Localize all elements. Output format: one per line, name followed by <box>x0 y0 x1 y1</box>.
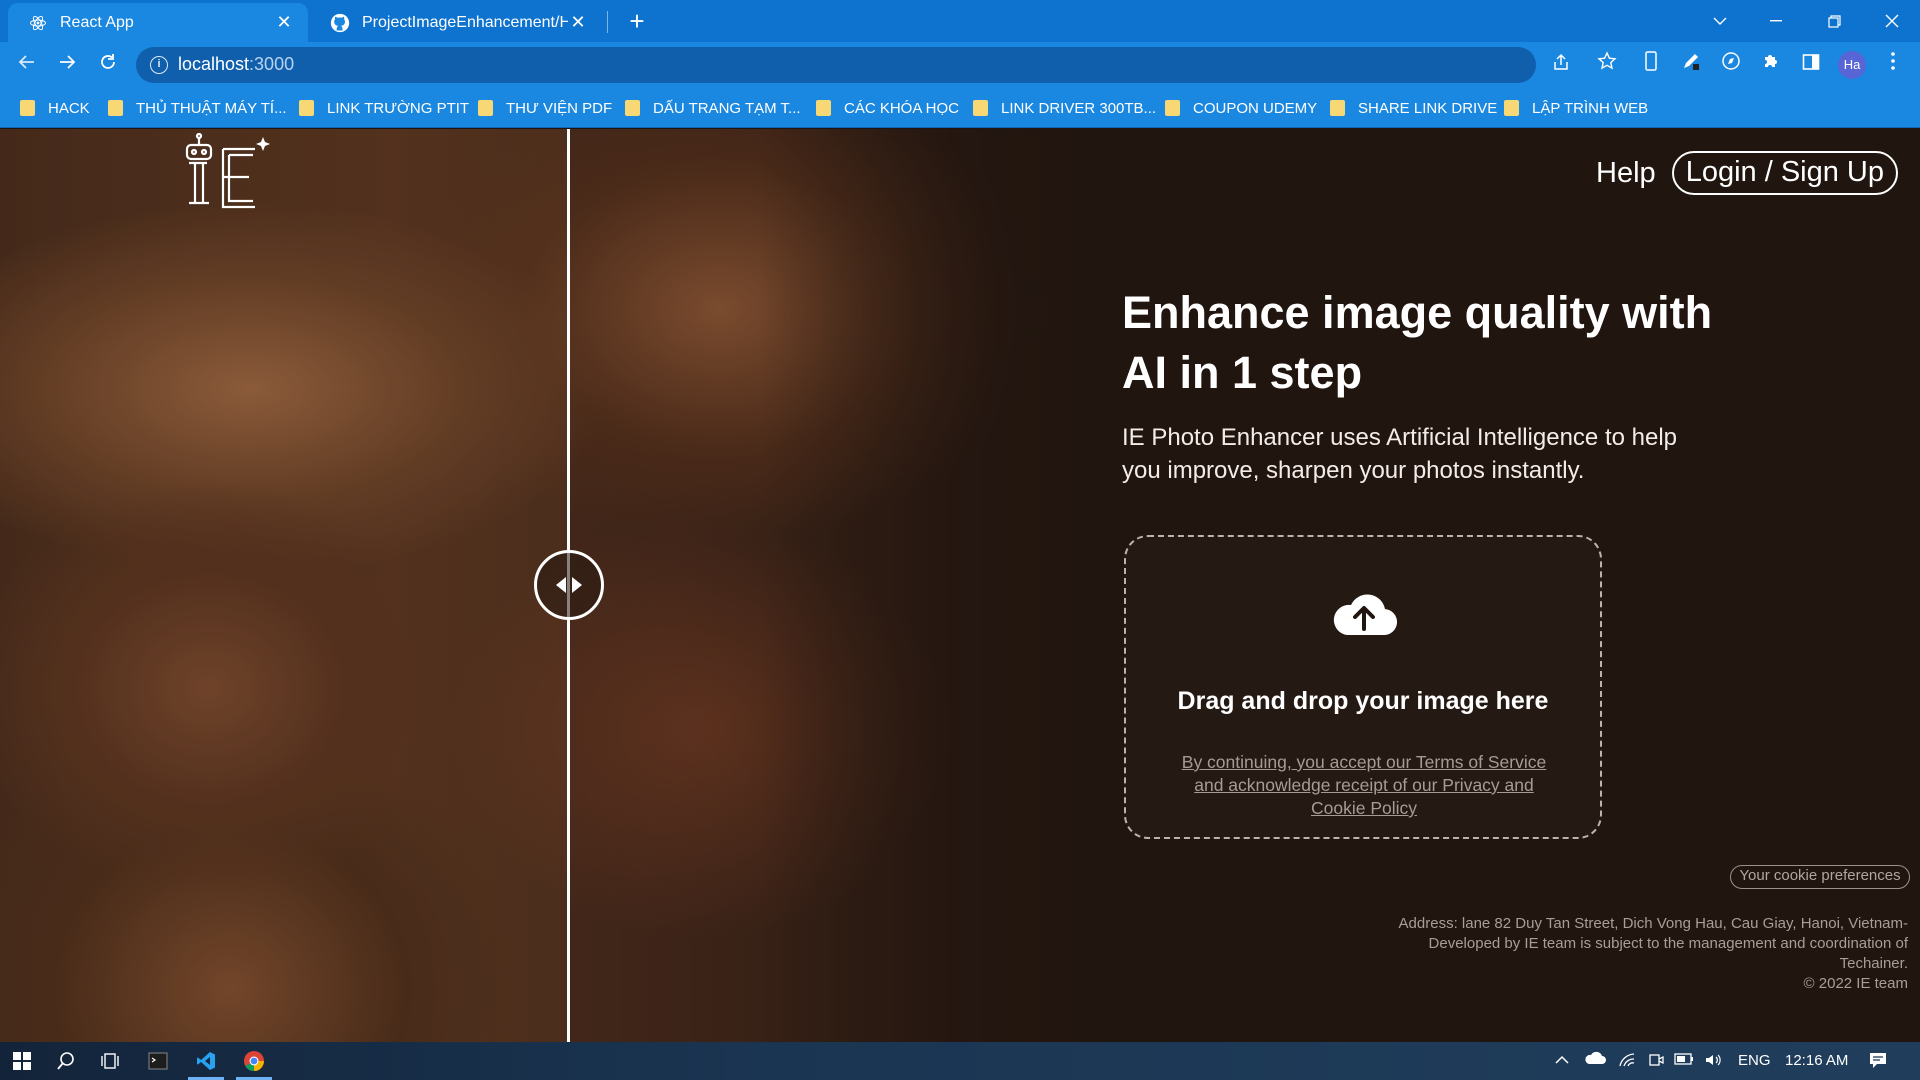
browser-toolbar: i localhost:3000 Ha <box>0 42 1920 88</box>
back-button[interactable] <box>12 50 42 80</box>
bookmark-item[interactable]: LẬP TRÌNH WEB <box>1504 96 1648 120</box>
compass-extension-icon[interactable] <box>1716 50 1746 80</box>
screen: React App ✕ ProjectImageEnhancement/Hom … <box>0 0 1920 1080</box>
terms-link[interactable]: By continuing, you accept our Terms of S… <box>1174 751 1554 820</box>
share-icon[interactable] <box>1546 50 1576 80</box>
close-window-button[interactable] <box>1864 0 1920 42</box>
meet-now-icon[interactable] <box>1648 1052 1664 1072</box>
folder-icon <box>625 100 640 116</box>
new-tab-button[interactable]: + <box>622 6 652 36</box>
restore-button[interactable] <box>1806 0 1862 42</box>
bookmark-item[interactable]: LINK TRƯỜNG PTIT <box>299 96 469 120</box>
ie-logo[interactable]: IE <box>183 132 273 217</box>
top-nav: Help Login / Sign Up <box>1596 151 1898 195</box>
reload-button[interactable] <box>93 50 123 80</box>
bookmark-item[interactable]: HACK <box>20 96 90 120</box>
onedrive-icon[interactable] <box>1584 1051 1606 1069</box>
windows-start-icon[interactable] <box>4 1046 40 1076</box>
enhanced-photo-side <box>0 129 568 1042</box>
url-text: localhost:3000 <box>178 54 295 74</box>
bookmark-item[interactable]: SHARE LINK DRIVE <box>1330 96 1497 120</box>
close-tab-icon[interactable]: ✕ <box>274 12 294 33</box>
page-viewport: IE Help Login / Sign Up Enhance image qu… <box>0 129 1920 1042</box>
compare-slider-handle[interactable] <box>534 550 604 620</box>
bookmark-star-icon[interactable] <box>1592 50 1622 80</box>
login-signup-button[interactable]: Login / Sign Up <box>1671 151 1898 195</box>
show-hidden-icons-icon[interactable] <box>1554 1052 1570 1069</box>
minimize-button[interactable] <box>1748 0 1804 42</box>
folder-icon <box>299 100 314 116</box>
extensions-puzzle-icon[interactable] <box>1756 50 1786 80</box>
bookmarks-bar: HACK THỦ THUẬT MÁY TÍ... LINK TRƯỜNG PTI… <box>0 88 1920 128</box>
dropzone-title: Drag and drop your image here <box>1177 687 1549 715</box>
browser-titlebar: React App ✕ ProjectImageEnhancement/Hom … <box>0 0 1920 42</box>
bookmark-item[interactable]: DẤU TRANG TẠM T... <box>625 96 801 120</box>
bookmark-item[interactable]: COUPON UDEMY <box>1165 96 1317 120</box>
react-icon <box>28 13 48 33</box>
footer-info: Address: lane 82 Duy Tan Street, Dich Vo… <box>1398 915 1908 992</box>
windows-taskbar: ENG 12:16 AM <box>0 1042 1920 1080</box>
device-icon[interactable] <box>1636 50 1666 80</box>
tab-search-icon[interactable] <box>1692 0 1748 42</box>
tab-react-app[interactable]: React App ✕ <box>8 3 308 42</box>
tab-title: React App <box>60 13 134 31</box>
volume-icon[interactable] <box>1704 1052 1722 1072</box>
wifi-icon[interactable] <box>1618 1052 1636 1072</box>
hero-subtitle: IE Photo Enhancer uses Artificial Intell… <box>1122 424 1677 484</box>
folder-icon <box>1165 100 1180 116</box>
cookie-preferences-button[interactable]: Your cookie preferences <box>1730 865 1910 889</box>
more-menu-icon[interactable] <box>1878 50 1908 80</box>
bookmark-item[interactable]: LINK DRIVER 300TB... <box>973 96 1156 120</box>
folder-icon <box>1504 100 1519 116</box>
notifications-icon[interactable] <box>1868 1050 1888 1074</box>
github-icon <box>330 13 350 33</box>
profile-avatar[interactable]: Ha <box>1838 51 1866 79</box>
chrome-app-icon[interactable] <box>236 1046 272 1076</box>
vscode-app-icon[interactable] <box>188 1046 224 1076</box>
tab-title: ProjectImageEnhancement/Hom <box>362 13 568 31</box>
bookmark-item[interactable]: THƯ VIỆN PDF <box>478 96 612 120</box>
tab-github-project[interactable]: ProjectImageEnhancement/Hom ✕ <box>310 3 602 42</box>
forward-button[interactable] <box>52 50 82 80</box>
help-link[interactable]: Help <box>1596 157 1656 190</box>
bookmark-item[interactable]: CÁC KHÓA HỌC <box>816 96 959 120</box>
language-indicator[interactable]: ENG <box>1738 1052 1771 1069</box>
bookmark-item[interactable]: THỦ THUẬT MÁY TÍ... <box>108 96 287 120</box>
close-tab-icon[interactable]: ✕ <box>568 12 588 33</box>
tab-separator <box>607 11 608 33</box>
folder-icon <box>973 100 988 116</box>
logo-text: IE <box>183 133 184 134</box>
pen-extension-icon[interactable] <box>1676 50 1706 80</box>
folder-icon <box>1330 100 1345 116</box>
clock[interactable]: 12:16 AM <box>1785 1052 1848 1069</box>
folder-icon <box>816 100 831 116</box>
terminal-app-icon[interactable] <box>140 1046 176 1076</box>
folder-icon <box>478 100 493 116</box>
address-bar[interactable]: i localhost:3000 <box>136 47 1617 83</box>
site-info-icon[interactable]: i <box>150 56 168 74</box>
folder-icon <box>108 100 123 116</box>
task-view-icon[interactable] <box>92 1046 128 1076</box>
arrows-left-right-icon <box>556 577 582 593</box>
image-dropzone[interactable]: Drag and drop your image here By continu… <box>1124 535 1602 839</box>
side-panel-icon[interactable] <box>1796 50 1826 80</box>
cloud-upload-icon <box>1331 589 1398 637</box>
search-icon[interactable] <box>48 1046 84 1076</box>
battery-icon[interactable] <box>1674 1052 1694 1069</box>
folder-icon <box>20 100 35 116</box>
hero-title: Enhance image quality with AI in 1 step <box>1122 287 1713 398</box>
